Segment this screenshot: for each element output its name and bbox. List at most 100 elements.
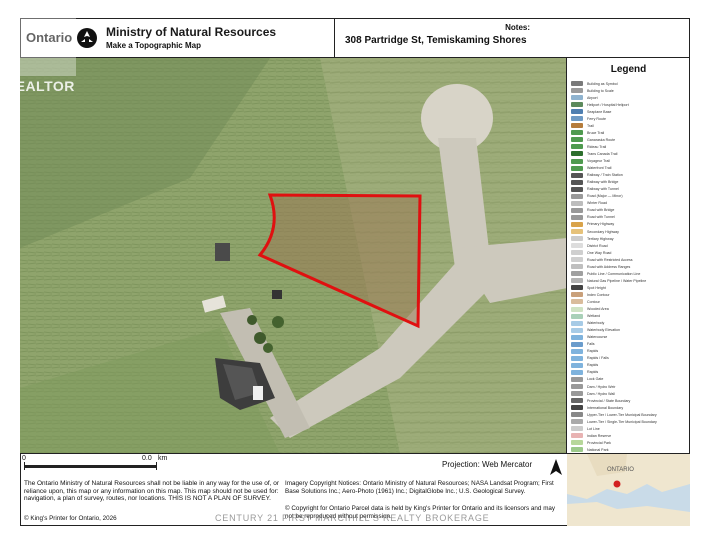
legend-symbol-icon <box>571 391 583 397</box>
legend-list: Building as Symbol Building to Scale Airpo… <box>571 80 687 468</box>
legend-item-label: Trans Canada Trail <box>587 151 618 156</box>
legend-symbol-icon <box>571 433 583 439</box>
legend-symbol-icon <box>571 200 583 206</box>
notes-label: Notes: <box>505 23 530 32</box>
legend-item: Road with Bridge <box>571 207 687 214</box>
legend-symbol-icon <box>571 236 583 242</box>
legend-symbol-icon <box>571 440 583 446</box>
imagery-credit: Imagery Copyright Notices: Ontario Minis… <box>285 480 554 495</box>
scale-tick-start <box>24 462 25 470</box>
legend-item-label: Spot Height <box>587 285 606 290</box>
legend-symbol-icon <box>571 264 583 270</box>
legend-item: Natural Gas Pipeline / Water Pipeline <box>571 277 687 284</box>
legend-item-label: Lower-Tier / Single-Tier Municipal Bound… <box>587 419 657 424</box>
legend-item-label: Wooded Area <box>587 307 609 312</box>
realtor-logo <box>0 0 76 76</box>
legend-symbol-icon <box>571 81 583 87</box>
legend-item-label: Trail <box>587 123 594 128</box>
legend-item-label: Index Contour <box>587 292 610 297</box>
legend-item: Falls <box>571 341 687 348</box>
legend-item: Building to Scale <box>571 87 687 94</box>
legend-item: Spot Height <box>571 284 687 291</box>
legend-item-label: Indian Reserve <box>587 433 612 438</box>
scale-start-label: 0 <box>22 455 26 462</box>
legend-item: Indian Reserve <box>571 432 687 439</box>
legend-symbol-icon <box>571 123 583 129</box>
legend-item: Provincial Park <box>571 439 687 446</box>
legend-item: Lock Gate <box>571 376 687 383</box>
legend-item-label: Railway with Tunnel <box>587 187 619 192</box>
legend-symbol-icon <box>571 88 583 94</box>
legend-symbol-icon <box>571 306 583 312</box>
legend-item-label: Rapids <box>587 370 599 375</box>
aerial-map[interactable] <box>20 58 567 454</box>
legend-item: International Boundary <box>571 404 687 411</box>
legend-item: Wooded Area <box>571 306 687 313</box>
legend-symbol-icon <box>571 151 583 157</box>
legend-symbol-icon <box>571 257 583 263</box>
legend-item-label: Waterfront Trail <box>587 166 612 171</box>
legend-item-label: Road with Bridge <box>587 208 615 213</box>
legend-symbol-icon <box>571 285 583 291</box>
legend-symbol-icon <box>571 355 583 361</box>
legend-item: Secondary Highway <box>571 228 687 235</box>
aerial-imagery <box>20 58 566 453</box>
ministry-title: Ministry of Natural Resources <box>106 25 277 39</box>
legend-item-label: Upper-Tier / Lower-Tier Municipal Bounda… <box>587 412 657 417</box>
legend-title: Legend <box>610 64 647 75</box>
legend-item: Contour <box>571 298 687 305</box>
legend-symbol-icon <box>571 102 583 108</box>
legend-item-label: Road (Major — Minor) <box>587 194 623 199</box>
legend-item-label: Lot Line <box>587 426 600 431</box>
legend-item-label: National Park <box>587 447 609 452</box>
legend-symbol-icon <box>571 179 583 185</box>
legend-item: Waterfront Trail <box>571 165 687 172</box>
legend-item-label: Winter Road <box>587 201 607 206</box>
legend-item-label: Tertiary Highway <box>587 236 614 241</box>
legend-symbol-icon <box>571 95 583 101</box>
legend-symbol-icon <box>571 376 583 382</box>
legend-symbol-icon <box>571 412 583 418</box>
legend-symbol-icon <box>571 271 583 277</box>
legend-item: Lower-Tier / Single-Tier Municipal Bound… <box>571 418 687 425</box>
legend-symbol-icon <box>571 278 583 284</box>
scale-unit-label: km <box>158 455 168 462</box>
legend-item: Heliport / Hospital Heliport <box>571 101 687 108</box>
legend-item-label: Waterbody Elevation <box>587 328 621 333</box>
legend-item: Tertiary Highway <box>571 235 687 242</box>
legend-symbol-icon <box>571 313 583 319</box>
legend-symbol-icon <box>571 341 583 347</box>
legend-item: Upper-Tier / Lower-Tier Municipal Bounda… <box>571 411 687 418</box>
legend-item-label: Primary Highway <box>587 222 615 227</box>
legend-item: Railway with Bridge <box>571 179 687 186</box>
legend-symbol-icon <box>571 109 583 115</box>
legend-symbol-icon <box>571 398 583 404</box>
legend-item: Wetland <box>571 313 687 320</box>
address-text: 308 Partridge St, Temiskaming Shores <box>345 35 527 46</box>
legend-item: Public Line / Communication Line <box>571 270 687 277</box>
legend-symbol-icon <box>571 165 583 171</box>
legend-item: Rapids <box>571 369 687 376</box>
map-subtitle: Make a Topographic Map <box>106 41 201 50</box>
legend-item-label: Waterbody <box>587 321 605 326</box>
legend-item: Road with Restricted Access <box>571 256 687 263</box>
legend-item-label: Provincial Park <box>587 440 611 445</box>
legend-item-label: Building to Scale <box>587 88 614 93</box>
legend-item: Watercourse <box>571 334 687 341</box>
trillium-icon <box>77 28 97 48</box>
legend-item: Bruce Trail <box>571 129 687 136</box>
legend-item: Ferry Route <box>571 115 687 122</box>
legend-item: District Road <box>571 242 687 249</box>
legend-symbol-icon <box>571 250 583 256</box>
legend-item: Airport <box>571 94 687 101</box>
legend-item: Seaplane Base <box>571 108 687 115</box>
legend-item: Dam / Hydro Weir <box>571 383 687 390</box>
inset-map-graphic: ONTARIO <box>567 454 690 526</box>
legend-panel: Legend Building as Symbol Building to Sca… <box>567 58 690 467</box>
legend-item-label: One Way Road <box>587 250 612 255</box>
legend-item-label: Railway with Bridge <box>587 180 619 185</box>
legend-item: Primary Highway <box>571 221 687 228</box>
legend-item-label: District Road <box>587 243 608 248</box>
legend-symbol-icon <box>571 369 583 375</box>
legend-item: Waterbody Elevation <box>571 327 687 334</box>
